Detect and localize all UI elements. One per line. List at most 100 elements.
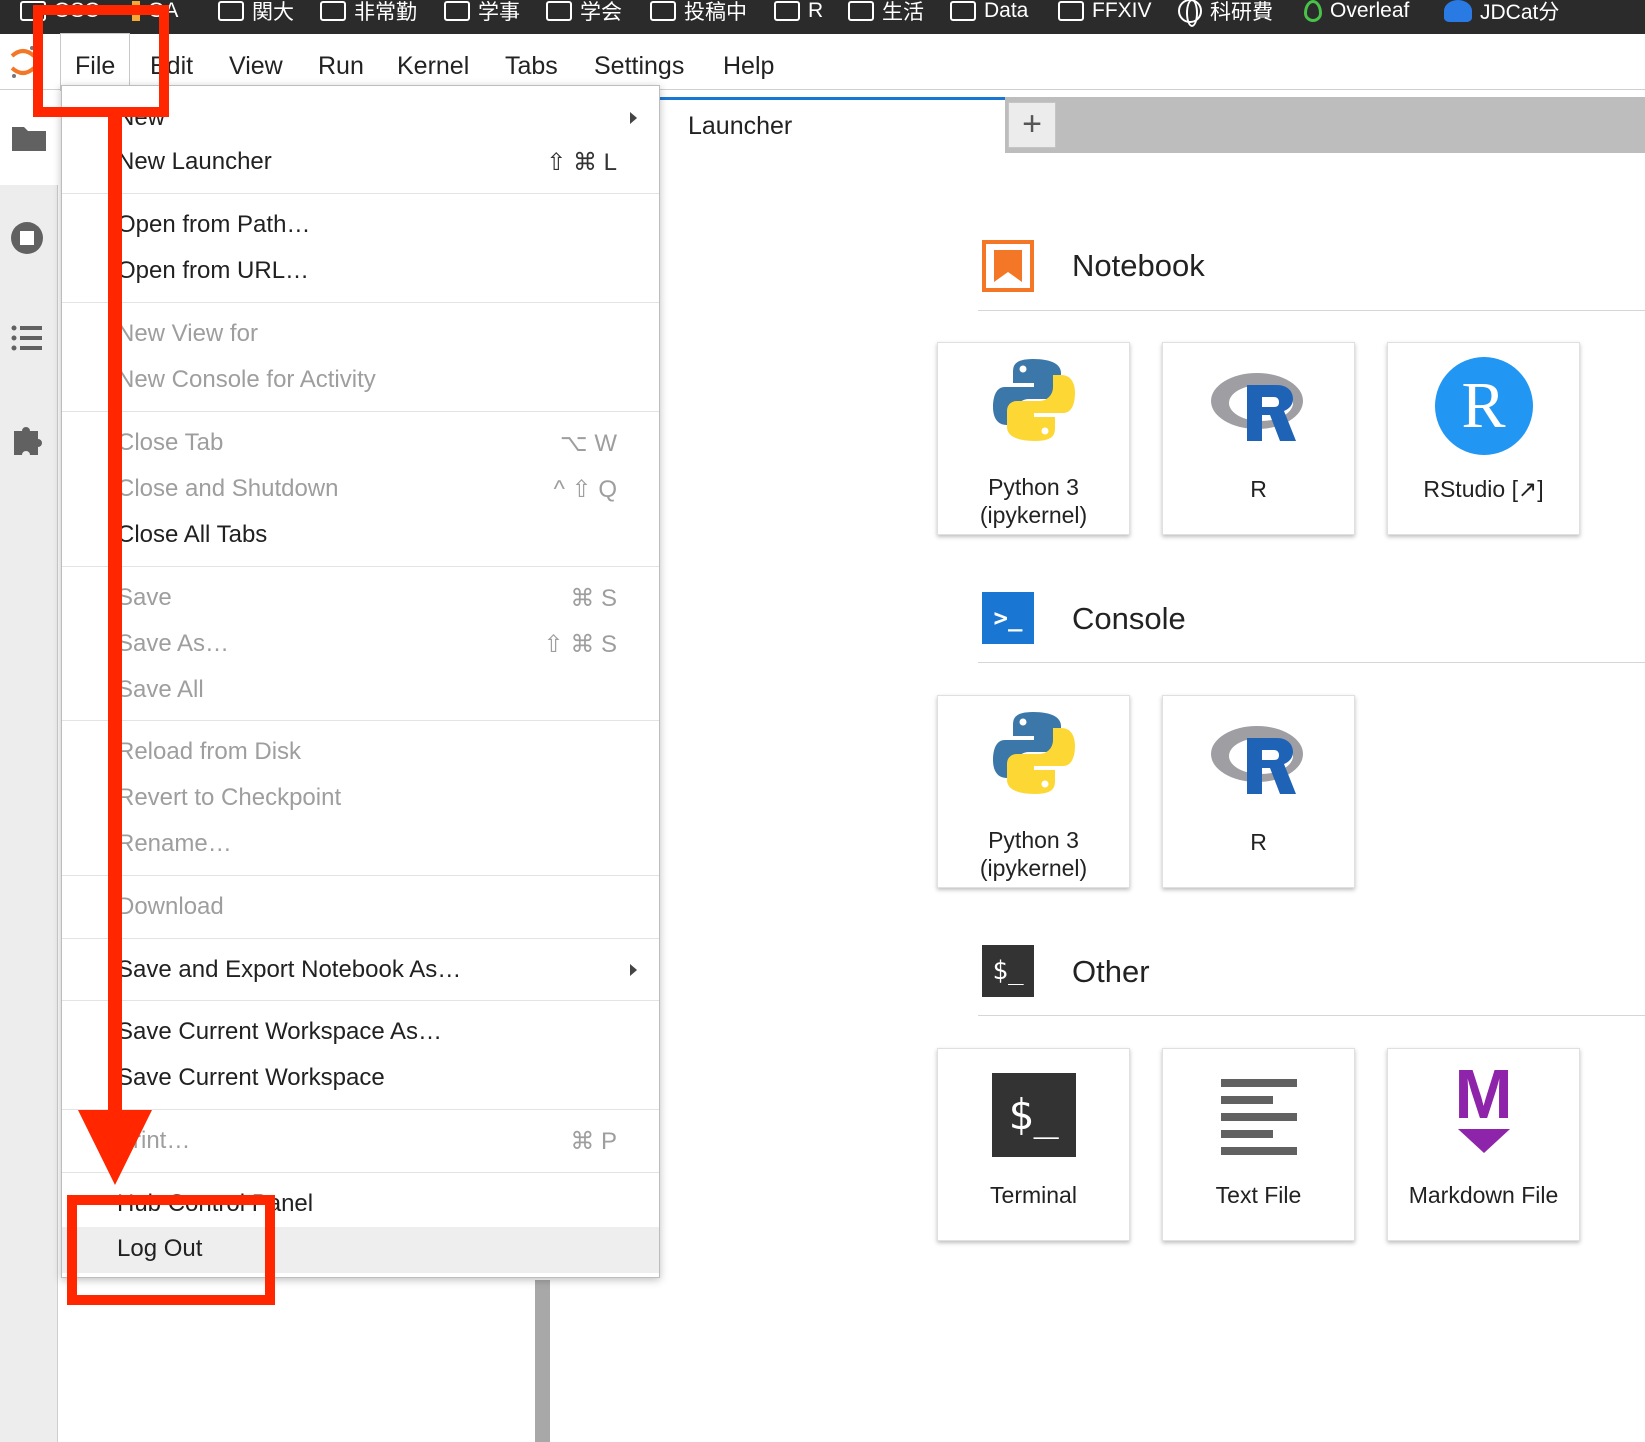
card-terminal[interactable]: $_ Terminal	[937, 1048, 1130, 1241]
menu-item-new-view[interactable]: New View for	[62, 312, 659, 358]
menu-separator	[62, 1000, 659, 1001]
menu-item-save-as[interactable]: Save As… ⇧ ⌘ S	[62, 622, 659, 668]
menu-item-save-workspace-as[interactable]: Save Current Workspace As…	[62, 1010, 659, 1056]
menu-view[interactable]: View	[215, 34, 297, 90]
bookmark-gakuji[interactable]: 学事	[444, 0, 520, 28]
section-divider	[978, 1015, 1645, 1016]
card-console-r[interactable]: R	[1162, 695, 1355, 888]
bookmark-ffxiv[interactable]: FFXIV	[1058, 0, 1152, 28]
folder-icon	[774, 1, 800, 21]
menu-separator	[62, 193, 659, 194]
menu-settings[interactable]: Settings	[580, 34, 698, 90]
menu-item-save-workspace[interactable]: Save Current Workspace	[62, 1056, 659, 1102]
console-section-icon: >_	[982, 592, 1034, 644]
folder-icon	[546, 1, 572, 21]
section-title-other: Other	[1072, 954, 1150, 989]
submenu-arrow-icon	[630, 964, 637, 976]
annotation-highlight-logout	[67, 1195, 275, 1305]
menu-separator	[62, 938, 659, 939]
cat-icon	[1444, 0, 1472, 22]
menu-separator	[62, 411, 659, 412]
bookmark-kandai[interactable]: 関大	[218, 0, 294, 28]
bookmark-data[interactable]: Data	[950, 0, 1028, 28]
folder-icon	[650, 1, 676, 21]
menu-item-open-from-path[interactable]: Open from Path…	[62, 203, 659, 249]
bookmark-gakkai[interactable]: 学会	[546, 0, 622, 28]
menu-kernel[interactable]: Kernel	[383, 34, 483, 90]
card-label: Markdown File	[1408, 1182, 1559, 1208]
submenu-arrow-icon	[630, 112, 637, 124]
left-sidebar	[0, 91, 58, 1442]
card-label: Text File	[1215, 1182, 1302, 1208]
terminal-icon: $_	[991, 1073, 1076, 1157]
card-notebook-r[interactable]: R	[1162, 342, 1355, 535]
folder-icon	[1058, 1, 1084, 21]
bookmark-overleaf[interactable]: Overleaf	[1304, 0, 1409, 28]
menu-item-rename[interactable]: Rename…	[62, 822, 659, 868]
bookmarks-bar: OSC GA 関大 非常勤 学事 学会 投稿中 R 生活 Data FFXIV …	[0, 0, 1645, 34]
section-title-notebook: Notebook	[1072, 248, 1205, 283]
card-notebook-rstudio[interactable]: R RStudio [↗]	[1387, 342, 1580, 535]
menu-item-open-from-url[interactable]: Open from URL…	[62, 249, 659, 295]
bookmark-kakenhi[interactable]: 科研費	[1178, 0, 1273, 28]
menu-item-new-console[interactable]: New Console for Activity	[62, 358, 659, 404]
card-label: RStudio [↗]	[1423, 476, 1544, 502]
menu-bar: File Edit View Run Kernel Tabs Settings …	[0, 34, 1645, 90]
menu-item-reload-from-disk[interactable]: Reload from Disk	[62, 730, 659, 776]
bookmark-jdcat[interactable]: JDCat分	[1444, 0, 1559, 28]
annotation-highlight-file	[33, 5, 169, 117]
extension-puzzle-icon[interactable]	[10, 419, 48, 457]
card-notebook-python3[interactable]: Python 3 (ipykernel)	[937, 342, 1130, 535]
bookmark-tokochu[interactable]: 投稿中	[650, 0, 747, 28]
add-tab-button[interactable]: +	[1008, 102, 1056, 148]
notebook-section-icon	[982, 240, 1034, 292]
folder-icon	[320, 1, 346, 21]
card-console-python3[interactable]: Python 3 (ipykernel)	[937, 695, 1130, 888]
bookmark-seikatsu[interactable]: 生活	[848, 0, 924, 28]
tab-strip: Launcher +	[660, 97, 1645, 153]
tab-launcher[interactable]: Launcher	[660, 97, 1005, 153]
markdown-letter: M	[1454, 1055, 1513, 1133]
globe-icon	[1178, 0, 1202, 27]
section-title-console: Console	[1072, 601, 1186, 636]
menu-separator	[62, 566, 659, 567]
table-of-contents-icon[interactable]	[10, 319, 48, 357]
card-label: R	[1250, 829, 1267, 855]
menu-run[interactable]: Run	[304, 34, 378, 90]
r-logo-icon	[1210, 373, 1303, 441]
menu-item-new-launcher[interactable]: New Launcher ⇧ ⌘ L	[62, 140, 659, 186]
running-stop-icon[interactable]	[10, 219, 48, 257]
menu-tabs[interactable]: Tabs	[491, 34, 572, 90]
menu-item-close-all-tabs[interactable]: Close All Tabs	[62, 513, 659, 559]
menu-separator	[62, 302, 659, 303]
menu-item-save-all[interactable]: Save All	[62, 668, 659, 714]
panel-splitter[interactable]	[535, 1280, 550, 1442]
python-logo-icon	[992, 712, 1075, 794]
bookmark-r[interactable]: R	[774, 0, 823, 28]
python-logo-icon	[992, 359, 1075, 441]
section-divider	[978, 662, 1645, 663]
menu-item-close-tab[interactable]: Close Tab ⌥ W	[62, 421, 659, 467]
bookmark-hijokin[interactable]: 非常勤	[320, 0, 417, 28]
card-label: Python 3 (ipykernel)	[979, 474, 1088, 528]
card-label: Terminal	[990, 1182, 1077, 1208]
menu-item-close-and-shutdown[interactable]: Close and Shutdown ^ ⇧ Q	[62, 467, 659, 513]
card-markdown-file[interactable]: M Markdown File	[1387, 1048, 1580, 1241]
menu-item-save-and-export[interactable]: Save and Export Notebook As…	[62, 948, 659, 994]
card-text-file[interactable]: Text File	[1162, 1048, 1355, 1241]
annotation-arrow-head	[78, 1110, 152, 1185]
leaf-icon	[1304, 0, 1322, 22]
menu-item-save[interactable]: Save ⌘ S	[62, 576, 659, 622]
menu-item-download[interactable]: Download	[62, 885, 659, 931]
folder-icon[interactable]	[10, 119, 48, 157]
menu-help[interactable]: Help	[709, 34, 788, 90]
folder-icon	[950, 1, 976, 21]
folder-icon	[444, 1, 470, 21]
folder-icon	[848, 1, 874, 21]
annotation-arrow-shaft	[108, 114, 122, 1114]
r-logo-icon	[1210, 726, 1303, 794]
section-divider	[978, 310, 1645, 311]
launcher-panel: Notebook Python 3 (ipykernel) R R RStudi…	[660, 160, 1645, 1442]
card-label: Python 3 (ipykernel)	[979, 827, 1088, 881]
menu-item-revert-to-checkpoint[interactable]: Revert to Checkpoint	[62, 776, 659, 822]
